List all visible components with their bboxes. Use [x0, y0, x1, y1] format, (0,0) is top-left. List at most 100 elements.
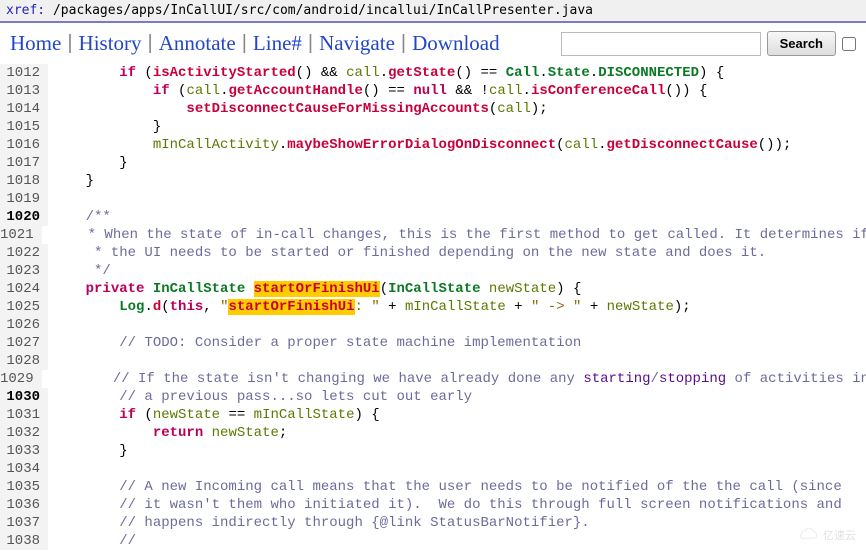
line-number[interactable]: 1038 — [0, 532, 48, 550]
line-number[interactable]: 1017 — [0, 154, 48, 172]
code-line: 1038 // — [0, 532, 866, 550]
code-content: Log.d(this, "startOrFinishUi: " + mInCal… — [48, 298, 866, 316]
code-line: 1031 if (newState == mInCallState) { — [0, 406, 866, 424]
toolbar-nav: Home | History | Annotate | Line# | Navi… — [10, 31, 500, 56]
annotate-link[interactable]: Annotate — [159, 31, 236, 56]
line-number[interactable]: 1022 — [0, 244, 48, 262]
separator: | — [242, 32, 247, 55]
code-content: * the UI needs to be started or finished… — [48, 244, 866, 262]
line-number[interactable]: 1026 — [0, 316, 48, 334]
toolbar: Home | History | Annotate | Line# | Navi… — [0, 23, 866, 64]
code-line: 1019 — [0, 190, 866, 208]
code-line: 1026 — [0, 316, 866, 334]
code-content: if (newState == mInCallState) { — [48, 406, 866, 424]
code-line: 1030 // a previous pass...so lets cut ou… — [0, 388, 866, 406]
code-line: 1035 // A new Incoming call means that t… — [0, 478, 866, 496]
code-line: 1037 // happens indirectly through {@lin… — [0, 514, 866, 532]
code-content — [48, 190, 866, 208]
code-line: 1015 } — [0, 118, 866, 136]
code-line: 1023 */ — [0, 262, 866, 280]
line-number[interactable]: 1034 — [0, 460, 48, 478]
code-content: mInCallActivity.maybeShowErrorDialogOnDi… — [48, 136, 866, 154]
code-line: 1022 * the UI needs to be started or fin… — [0, 244, 866, 262]
line-number[interactable]: 1031 — [0, 406, 48, 424]
search-button[interactable]: Search — [767, 31, 836, 56]
home-link[interactable]: Home — [10, 31, 61, 56]
code-content: return newState; — [48, 424, 866, 442]
cloud-icon — [797, 528, 819, 542]
line-number[interactable]: 1033 — [0, 442, 48, 460]
code-line: 1020 /** — [0, 208, 866, 226]
code-line: 1018 } — [0, 172, 866, 190]
code-content: if (call.getAccountHandle() == null && !… — [48, 82, 866, 100]
code-line: 1025 Log.d(this, "startOrFinishUi: " + m… — [0, 298, 866, 316]
code-line: 1034 — [0, 460, 866, 478]
xref-label: xref: — [6, 3, 45, 18]
separator: | — [308, 32, 313, 55]
code-line: 1016 mInCallActivity.maybeShowErrorDialo… — [0, 136, 866, 154]
line-number[interactable]: 1036 — [0, 496, 48, 514]
search-input[interactable] — [561, 32, 761, 56]
code-content: } — [48, 172, 866, 190]
code-content: } — [48, 442, 866, 460]
line-number[interactable]: 1021 — [0, 226, 42, 244]
full-search-checkbox[interactable] — [842, 37, 856, 51]
line-number[interactable]: 1037 — [0, 514, 48, 532]
line-number[interactable]: 1024 — [0, 280, 48, 298]
line-number[interactable]: 1030 — [0, 388, 48, 406]
code-line: 1017 } — [0, 154, 866, 172]
code-line: 1013 if (call.getAccountHandle() == null… — [0, 82, 866, 100]
code-line: 1029 // If the state isn't changing we h… — [0, 370, 866, 388]
toolbar-search: Search — [561, 31, 856, 56]
code-content: /** — [48, 208, 866, 226]
code-line: 1032 return newState; — [0, 424, 866, 442]
line-number[interactable]: 1035 — [0, 478, 48, 496]
code-content — [48, 316, 866, 334]
separator: | — [67, 32, 72, 55]
line-number[interactable]: 1018 — [0, 172, 48, 190]
code-content: // a previous pass...so lets cut out ear… — [48, 388, 866, 406]
code-content: // If the state isn't changing we have a… — [42, 370, 866, 388]
code-content: setDisconnectCauseForMissingAccounts(cal… — [48, 100, 866, 118]
file-path[interactable]: /packages/apps/InCallUI/src/com/android/… — [45, 3, 593, 18]
line-number[interactable]: 1016 — [0, 136, 48, 154]
code-content: * When the state of in-call changes, thi… — [42, 226, 866, 244]
code-content: private InCallState startOrFinishUi(InCa… — [48, 280, 866, 298]
code-line: 1036 // it wasn't them who initiated it)… — [0, 496, 866, 514]
line-number[interactable]: 1028 — [0, 352, 48, 370]
line-number[interactable]: 1029 — [0, 370, 42, 388]
line-number[interactable]: 1013 — [0, 82, 48, 100]
line-number[interactable]: 1020 — [0, 208, 48, 226]
history-link[interactable]: History — [79, 31, 142, 56]
watermark: 亿速云 — [797, 527, 856, 543]
code-content: // it wasn't them who initiated it). We … — [48, 496, 866, 514]
code-line: 1027 // TODO: Consider a proper state ma… — [0, 334, 866, 352]
code-content — [48, 460, 866, 478]
line-number[interactable]: 1032 — [0, 424, 48, 442]
line-number[interactable]: 1023 — [0, 262, 48, 280]
code-line: 1024 private InCallState startOrFinishUi… — [0, 280, 866, 298]
code-line: 1021 * When the state of in-call changes… — [0, 226, 866, 244]
code-content: // — [48, 532, 866, 550]
code-content: */ — [48, 262, 866, 280]
line-number[interactable]: 1015 — [0, 118, 48, 136]
line-number[interactable]: 1012 — [0, 64, 48, 82]
code-viewer: 1012 if (isActivityStarted() && call.get… — [0, 64, 866, 550]
code-content: // A new Incoming call means that the us… — [48, 478, 866, 496]
line-number[interactable]: 1014 — [0, 100, 48, 118]
code-content: // TODO: Consider a proper state machine… — [48, 334, 866, 352]
line-number[interactable]: 1019 — [0, 190, 48, 208]
navigate-link[interactable]: Navigate — [319, 31, 395, 56]
code-line: 1028 — [0, 352, 866, 370]
separator: | — [401, 32, 406, 55]
code-content: // happens indirectly through {@link Sta… — [48, 514, 866, 532]
download-link[interactable]: Download — [412, 31, 500, 56]
code-line: 1014 setDisconnectCauseForMissingAccount… — [0, 100, 866, 118]
code-content: } — [48, 154, 866, 172]
line-link[interactable]: Line# — [253, 31, 302, 56]
code-content: } — [48, 118, 866, 136]
code-content: if (isActivityStarted() && call.getState… — [48, 64, 866, 82]
line-number[interactable]: 1027 — [0, 334, 48, 352]
code-content — [48, 352, 866, 370]
line-number[interactable]: 1025 — [0, 298, 48, 316]
